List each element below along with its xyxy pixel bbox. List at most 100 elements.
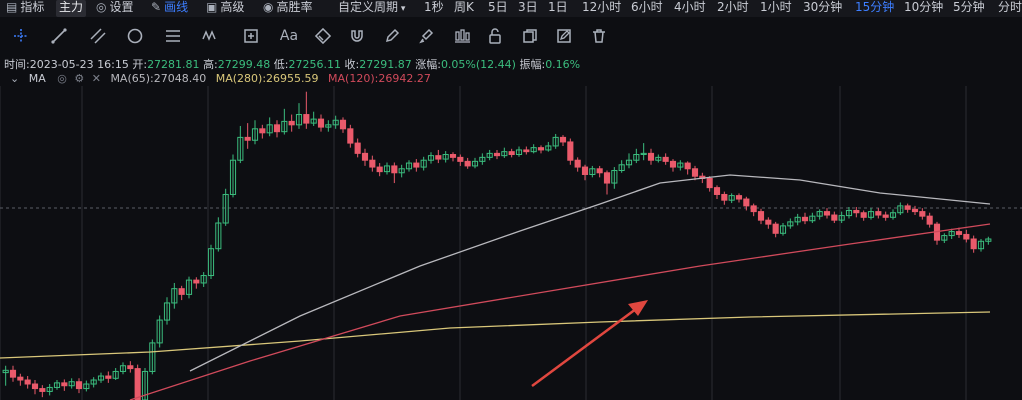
menu-item-label: 10分钟 — [904, 0, 944, 14]
menu-item-9[interactable]: 5日 — [488, 0, 508, 17]
candle-body — [567, 141, 574, 161]
menu-item-8[interactable]: 周K — [454, 0, 474, 17]
candle-body — [178, 288, 185, 295]
menu-item-label: 5分钟 — [953, 0, 985, 14]
menu-item-label: 4小时 — [674, 0, 706, 14]
candle-body — [413, 162, 420, 168]
lock-icon[interactable] — [484, 25, 506, 47]
candle-body — [193, 279, 200, 284]
menu-item-19[interactable]: 10分钟 — [904, 0, 943, 17]
menu-item-12[interactable]: 12小时 — [582, 0, 621, 17]
candle-body — [537, 147, 545, 151]
menu-item-4[interactable]: ▣ 高级 — [206, 0, 244, 17]
collapse-arrow-icon[interactable]: ⌄ — [10, 72, 19, 85]
horizontal-lines-icon[interactable] — [162, 25, 184, 47]
trash-icon[interactable] — [588, 25, 610, 47]
time-value: 2023-05-23 16:15 — [29, 58, 129, 71]
menu-item-label: 指标 — [20, 0, 45, 14]
menu-item-0[interactable]: ▤ 指标 — [6, 0, 44, 17]
menu-item-21[interactable]: 分时 — [998, 0, 1022, 17]
candlestick-chart[interactable] — [0, 86, 1022, 400]
ohlc-info-bar: 时间:2023-05-23 16:15 开:27281.81 高:27299.4… — [4, 56, 580, 72]
parallel-channel-icon[interactable] — [87, 25, 109, 47]
candle-body — [963, 233, 970, 240]
candle-body — [919, 211, 926, 217]
menu-item-5[interactable]: ◉ 高胜率 — [263, 0, 313, 17]
caret-down-icon: ▾ — [398, 4, 406, 14]
target-icon: ◉ — [263, 0, 274, 14]
top-menu-bar: ▤ 指标 主力 ◎ 设置 ✎ 画线 ▣ 高级 ◉ 高胜率 自定义周期 ▾ 1秒 周K 5日 3日 1日 12小时 6… — [0, 0, 1022, 17]
candle-body — [721, 193, 728, 201]
eye-icon[interactable]: ◎ — [57, 72, 67, 85]
candle-body — [596, 168, 603, 174]
menu-item-14[interactable]: 4小时 — [674, 0, 706, 17]
menu-item-label: 分时 — [998, 0, 1022, 14]
candle-body — [911, 208, 919, 213]
open-label: 开: — [132, 58, 148, 71]
menu-item-label: 12小时 — [582, 0, 622, 14]
candle-body — [669, 160, 677, 168]
brush-icon[interactable] — [415, 25, 437, 47]
menu-item-17[interactable]: 30分钟 — [803, 0, 842, 17]
menu-item-11[interactable]: 1日 — [548, 0, 568, 17]
menu-item-18[interactable]: 15分钟 — [855, 0, 894, 17]
candle-body — [75, 381, 83, 390]
candle-body — [581, 166, 589, 175]
measure-box-icon[interactable] — [240, 25, 262, 47]
candle-body — [713, 187, 721, 195]
menu-item-label: 设置 — [109, 0, 134, 14]
eraser-icon[interactable] — [312, 25, 334, 47]
candle-body — [347, 128, 354, 144]
candle-body — [464, 160, 471, 167]
menu-item-15[interactable]: 2小时 — [717, 0, 749, 17]
settings-icon[interactable]: ⚙ — [74, 72, 84, 85]
menu-item-3[interactable]: ✎ 画线 — [151, 0, 188, 17]
menu-item-2[interactable]: ◎ 设置 — [96, 0, 134, 17]
menu-item-10[interactable]: 3日 — [518, 0, 538, 17]
candles-icon[interactable] — [451, 25, 473, 47]
menu-item-20[interactable]: 5分钟 — [953, 0, 985, 17]
candle-body — [9, 369, 17, 378]
candle-body — [493, 152, 501, 157]
ma-label: MA — [28, 72, 46, 85]
candle-body — [735, 195, 743, 200]
close-label: 收: — [344, 58, 360, 71]
change-value: 0.05%(12.44) — [440, 58, 516, 71]
copy-icon[interactable] — [519, 25, 541, 47]
wave-pattern-icon[interactable] — [200, 25, 222, 47]
briefcase-icon: ▣ — [206, 0, 218, 14]
candle-body — [662, 156, 669, 162]
amplitude-value: 0.16% — [545, 58, 581, 71]
candle-body — [853, 209, 860, 214]
candle-body — [882, 214, 889, 218]
candle-body — [61, 382, 68, 387]
candle-body — [831, 214, 838, 221]
circle-icon[interactable] — [124, 25, 146, 47]
menu-item-7[interactable]: 1秒 — [424, 0, 444, 17]
magnet-icon[interactable] — [346, 25, 368, 47]
drawing-toolbar: Aa — [0, 22, 1022, 54]
candle-body — [926, 215, 933, 225]
low-label: 低: — [273, 58, 289, 71]
pencil-icon[interactable] — [381, 25, 403, 47]
high-value: 27299.48 — [217, 58, 271, 71]
crosshair-icon[interactable] — [10, 25, 32, 47]
menu-item-label: 15分钟 — [855, 0, 895, 14]
pen-icon: ✎ — [151, 0, 162, 14]
candle-body — [823, 211, 831, 216]
trendline-icon[interactable] — [48, 25, 70, 47]
candle-body — [457, 156, 464, 162]
candle-body — [24, 379, 31, 385]
candle-body — [750, 205, 757, 213]
ma65-value: MA(65):27048.40 — [110, 72, 207, 85]
menu-item-6[interactable]: 自定义周期 ▾ — [338, 0, 405, 17]
ma120-value: MA(120):26942.27 — [328, 72, 431, 85]
close-icon[interactable]: ✕ — [92, 72, 101, 85]
menu-item-1[interactable]: 主力 — [56, 0, 87, 17]
text-tool-icon[interactable]: Aa — [278, 25, 300, 47]
menu-item-13[interactable]: 6小时 — [631, 0, 663, 17]
menu-item-16[interactable]: 1小时 — [760, 0, 792, 17]
candle-body — [127, 365, 134, 370]
menu-item-label: 1小时 — [760, 0, 792, 14]
edit-icon[interactable] — [553, 25, 575, 47]
